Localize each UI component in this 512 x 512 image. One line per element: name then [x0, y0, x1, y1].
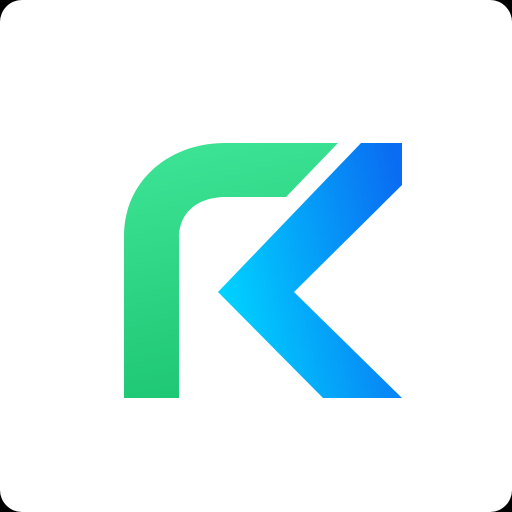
- app-icon: [0, 0, 512, 512]
- rk-logo-icon: [124, 143, 402, 398]
